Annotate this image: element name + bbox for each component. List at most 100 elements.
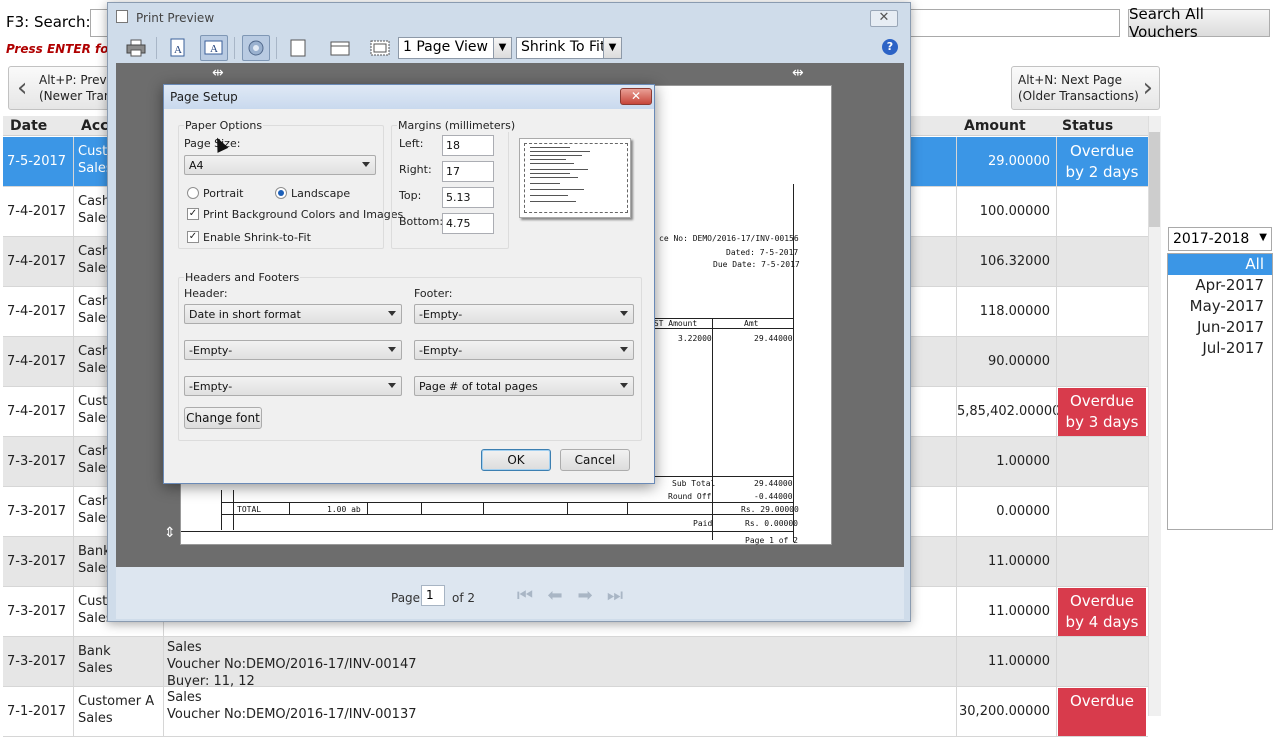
invoice-number: ce No: DEMO/2016-17/INV-00156 [659, 234, 799, 243]
row-date: 7-4-2017 [7, 354, 67, 369]
row-date: 7-5-2017 [7, 154, 67, 169]
full-page-button[interactable] [366, 35, 394, 61]
chevron-down-icon: ▼ [1259, 232, 1267, 243]
help-icon[interactable]: ? [882, 39, 898, 55]
footer-select-2[interactable]: -Empty- [414, 340, 634, 360]
column-header-status[interactable]: Status [1062, 118, 1113, 134]
header-footer-button[interactable] [284, 35, 312, 61]
print-preview-close-button[interactable]: ✕ [870, 10, 898, 27]
footer-label: Footer: [414, 287, 453, 300]
resize-handle-icon[interactable]: ⇹ [792, 65, 804, 81]
month-item[interactable]: Jun-2017 [1168, 317, 1272, 338]
row-particulars-line1: Sales [167, 690, 202, 705]
resize-handle-icon[interactable]: ⇹ [212, 65, 224, 81]
last-page-icon[interactable]: ⏭ [604, 585, 626, 607]
column-header-amount[interactable]: Amount [964, 118, 1026, 134]
row-status: Overdue [1056, 687, 1146, 737]
page-view-select[interactable]: 1 Page View ▼ [398, 37, 512, 59]
overdue-badge: Overdue [1058, 688, 1146, 736]
header-select-2[interactable]: -Empty- [184, 340, 402, 360]
chevron-down-icon [620, 347, 628, 352]
financial-year-select[interactable]: 2017-2018 ▼ [1168, 227, 1272, 251]
row-amount: 11.00000 [956, 587, 1056, 637]
row-date: 7-4-2017 [7, 304, 67, 319]
page-number-input[interactable]: 1 [421, 585, 445, 606]
paper-options-label: Paper Options [184, 119, 264, 132]
portrait-button[interactable]: A [164, 35, 192, 61]
page-layout-thumbnail [519, 138, 631, 218]
row-amount: 118.00000 [956, 287, 1056, 337]
row-account-line1: Customer A [78, 694, 155, 709]
resize-handle-icon[interactable]: ⇕ [164, 525, 176, 541]
print-background-checkbox[interactable]: ✓ [187, 208, 199, 220]
first-page-icon[interactable]: ⏮ [514, 585, 536, 607]
row-status [1056, 437, 1146, 487]
month-item-all[interactable]: All [1168, 254, 1272, 275]
previous-page-icon[interactable]: ⬅ [544, 585, 566, 607]
page-footer-text: Page 1 of 2 [745, 536, 798, 545]
footer-value-2: -Empty- [419, 344, 463, 357]
fit-page-icon [370, 40, 390, 56]
month-item[interactable]: May-2017 [1168, 296, 1272, 317]
row-particulars-line2: Voucher No:DEMO/2016-17/INV-00137 [167, 707, 417, 722]
row-status [1056, 237, 1146, 287]
next-page-button[interactable]: Alt+N: Next Page (Older Transactions) › [1011, 66, 1160, 110]
table-row[interactable]: 7-3-2017 Bank Sales Sales Voucher No:DEMO/20… [3, 637, 1148, 687]
row-amount: 0.00000 [956, 487, 1056, 537]
table-row[interactable]: 7-1-2017 Customer A Sales Sales Voucher No:D… [3, 687, 1148, 737]
margin-right-input[interactable]: 17 [442, 161, 494, 182]
portrait-page-icon: A [170, 38, 185, 57]
overdue-badge-line2: by 4 days [1065, 613, 1139, 631]
header-label: Header: [184, 287, 228, 300]
row-amount: 1.00000 [956, 437, 1056, 487]
svg-text:A: A [174, 44, 182, 56]
column-header-date[interactable]: Date [10, 118, 47, 134]
cancel-button[interactable]: Cancel [560, 449, 630, 471]
chevron-right-icon: › [1142, 73, 1153, 103]
margin-left-input[interactable]: 18 [442, 135, 494, 156]
header-select-3[interactable]: -Empty- [184, 376, 402, 396]
gst-amount-value: 3.22000 [678, 334, 712, 343]
chevron-down-icon: ▼ [603, 38, 621, 58]
chevron-down-icon [388, 383, 396, 388]
landscape-button[interactable]: A [200, 35, 228, 61]
row-status [1056, 337, 1146, 387]
margin-top-label: Top: [399, 189, 422, 202]
portrait-radio[interactable] [187, 187, 199, 199]
zoom-select[interactable]: Shrink To Fit ▼ [516, 37, 622, 59]
footer-select-1[interactable]: -Empty- [414, 304, 634, 324]
row-date: 7-4-2017 [7, 404, 67, 419]
headers-footers-label: Headers and Footers [184, 271, 301, 284]
header-select-1[interactable]: Date in short format [184, 304, 402, 324]
landscape-radio[interactable] [275, 187, 287, 199]
next-page-icon[interactable]: ➡ [574, 585, 596, 607]
paid-value: Rs. 0.00000 [745, 519, 798, 528]
grid-scrollbar-thumb[interactable] [1149, 132, 1160, 227]
month-item[interactable]: Apr-2017 [1168, 275, 1272, 296]
change-font-button[interactable]: Change font [184, 407, 262, 429]
month-item[interactable]: Jul-2017 [1168, 338, 1272, 359]
footer-value-1: -Empty- [419, 308, 463, 321]
row-amount: 106.32000 [956, 237, 1056, 287]
margin-bottom-input[interactable]: 4.75 [442, 213, 494, 234]
page-setup-close-button[interactable]: ✕ [620, 88, 652, 105]
chevron-down-icon [620, 383, 628, 388]
margins-button[interactable] [326, 35, 354, 61]
print-button[interactable] [122, 35, 150, 61]
search-all-vouchers-button[interactable]: Search All Vouchers [1128, 5, 1270, 41]
total-quantity: 1.00 ab [327, 505, 361, 514]
margin-top-input[interactable]: 5.13 [442, 187, 494, 208]
row-date: 7-3-2017 [7, 654, 67, 669]
page-size-select[interactable]: A4 [184, 155, 376, 175]
total-value: Rs. 29.00000 [741, 505, 799, 514]
page-setup-button[interactable] [242, 35, 270, 61]
previous-page-button[interactable]: ‹ Alt+P: Previ (Newer Tran [8, 66, 114, 110]
print-background-label: Print Background Colors and Images [203, 208, 404, 221]
footer-select-3[interactable]: Page # of total pages [414, 376, 634, 396]
row-amount: 90.00000 [956, 337, 1056, 387]
row-amount: 11.00000 [956, 637, 1056, 687]
row-status [1056, 487, 1146, 537]
shrink-to-fit-checkbox[interactable]: ✓ [187, 231, 199, 243]
row-status: Overdue by 2 days [1056, 137, 1146, 187]
ok-button[interactable]: OK [481, 449, 551, 471]
